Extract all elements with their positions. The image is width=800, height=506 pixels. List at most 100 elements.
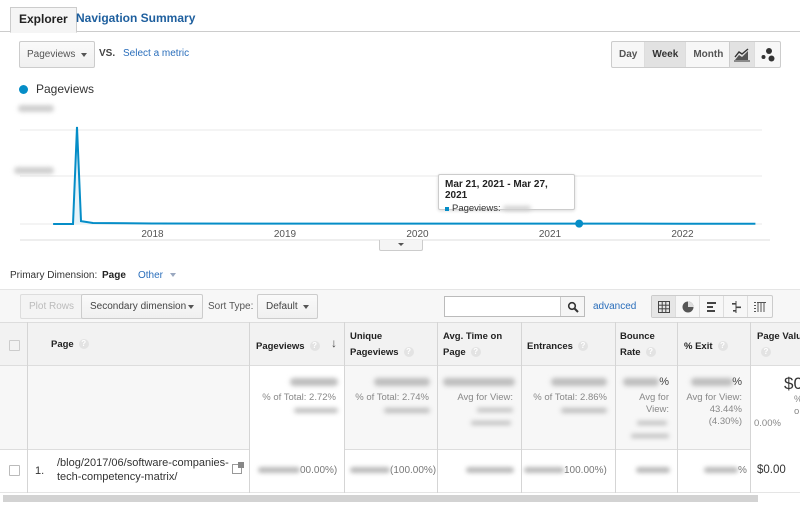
primary-dimension-page[interactable]: Page <box>102 270 126 281</box>
chart-legend: Pageviews <box>19 82 94 96</box>
percentage-view-button[interactable] <box>676 296 700 317</box>
help-icon[interactable]: ? <box>78 339 89 350</box>
header-page[interactable]: Page? <box>51 337 89 353</box>
plot-rows-button[interactable]: Plot Rows <box>20 294 84 319</box>
sort-type-value: Default <box>266 301 298 312</box>
external-link-icon[interactable] <box>232 462 244 474</box>
header-label: Entrances <box>527 341 573 352</box>
comparison-view-button[interactable] <box>724 296 748 317</box>
help-icon[interactable]: ? <box>403 347 414 358</box>
total-entrances: % of Total: 2.86% <box>521 366 615 450</box>
secondary-dimension-dropdown[interactable]: Secondary dimension <box>81 294 203 319</box>
total-avgtime-label: Avg for View: <box>457 392 513 403</box>
y-axis-label-obscured <box>14 167 54 174</box>
header-exit[interactable]: % Exit? <box>684 339 728 355</box>
header-page-value[interactable]: Page Value? <box>757 329 800 361</box>
header-bounce-rate[interactable]: Bounce Rate? <box>620 329 660 361</box>
bar-icon <box>706 301 716 312</box>
x-tick-label: 2018 <box>141 229 164 240</box>
advanced-filter-link[interactable]: advanced <box>593 301 636 312</box>
chart-collapse-button[interactable] <box>379 240 423 251</box>
table-row[interactable]: 1. /blog/2017/06/software-companies-tech… <box>0 450 800 493</box>
report-tabs: Explorer Navigation Summary <box>0 0 800 33</box>
chevron-down-icon <box>169 273 176 277</box>
metric-dropdown[interactable]: Pageviews <box>19 41 95 68</box>
sort-type-dropdown[interactable]: Default <box>257 294 318 319</box>
x-tick-label: 2022 <box>671 229 694 240</box>
search-button[interactable] <box>560 297 584 316</box>
line-chart-button[interactable] <box>730 42 755 67</box>
help-icon[interactable]: ? <box>761 347 771 358</box>
x-axis-ticks: 2018 2019 2020 2021 2022 <box>141 229 694 240</box>
series-line-pageviews <box>53 126 756 225</box>
pivot-icon <box>754 301 766 312</box>
select-all-checkbox[interactable] <box>9 340 20 351</box>
week-button[interactable]: Week <box>645 42 687 67</box>
header-pageviews[interactable]: Pageviews? <box>256 339 320 355</box>
total-pageviews: % of Total: 2.72% <box>250 366 344 450</box>
select-metric-link[interactable]: Select a metric <box>123 48 189 59</box>
header-label: % Exit <box>684 341 713 352</box>
column-divider <box>521 322 522 493</box>
motion-chart-button[interactable] <box>755 42 780 67</box>
header-label: Page <box>51 339 74 350</box>
header-label: Unique Pageviews <box>350 331 399 358</box>
header-unique-pageviews[interactable]: Unique Pageviews? <box>350 329 430 361</box>
totals-row: % of Total: 2.72% % of Total: 2.74% Avg … <box>0 366 800 450</box>
table-search <box>444 296 585 317</box>
motion-chart-icon <box>761 47 774 61</box>
month-button[interactable]: Month <box>686 42 730 67</box>
tab-explorer[interactable]: Explorer <box>10 7 77 33</box>
pivot-view-button[interactable] <box>748 296 772 317</box>
row-page-link[interactable]: /blog/2017/06/software-companies-tech-co… <box>57 456 229 484</box>
help-icon[interactable]: ? <box>645 347 656 358</box>
total-exit-avg: 43.44% <box>709 404 742 415</box>
y-axis-label-obscured <box>18 105 54 112</box>
total-pageviews-pct: % of Total: 2.72% <box>262 392 336 403</box>
search-icon <box>567 301 579 313</box>
header-entrances[interactable]: Entrances? <box>527 339 588 355</box>
row-index: 1. <box>35 465 45 477</box>
column-divider <box>437 322 438 493</box>
primary-dimension-other[interactable]: Other <box>138 270 176 281</box>
row-unique-pct: (100.00%) <box>390 465 437 476</box>
column-divider <box>615 322 616 493</box>
tooltip-value-obscured <box>502 206 531 211</box>
total-bounce-label: Avg for View: <box>639 392 669 415</box>
search-input[interactable] <box>445 297 557 316</box>
help-icon[interactable]: ? <box>717 341 728 352</box>
performance-view-button[interactable] <box>700 296 724 317</box>
tab-navigation-summary[interactable]: Navigation Summary <box>68 7 203 32</box>
line-chart-icon <box>734 47 750 61</box>
help-icon[interactable]: ? <box>309 341 320 352</box>
header-label: Page Value <box>757 331 800 342</box>
other-label: Other <box>138 270 164 281</box>
data-view-button[interactable] <box>652 296 676 317</box>
row-avg-time <box>466 465 514 476</box>
highlight-point <box>575 219 584 228</box>
x-tick-label: 2021 <box>539 229 562 240</box>
chevron-down-icon <box>81 53 87 57</box>
help-icon[interactable]: ? <box>470 347 481 358</box>
pageviews-chart[interactable]: 2018 2019 2020 2021 2022 <box>0 98 800 248</box>
total-avg-time: Avg for View: <box>437 366 521 450</box>
primary-dimension-label: Primary Dimension: <box>10 270 98 281</box>
header-label: Pageviews <box>256 341 305 352</box>
help-icon[interactable]: ? <box>577 341 588 352</box>
table-toolbar: Plot Rows Secondary dimension Sort Type:… <box>0 289 800 323</box>
row-checkbox[interactable] <box>9 465 20 476</box>
day-button[interactable]: Day <box>612 42 646 67</box>
row-pageviews-pct: 00.00%) <box>300 465 338 476</box>
sort-type-label: Sort Type: <box>208 301 254 312</box>
sort-descending-icon[interactable]: ↓ <box>331 336 337 350</box>
chevron-down-icon <box>188 305 194 309</box>
comparison-icon <box>731 300 741 313</box>
table-header: Page? Pageviews? ↓ Unique Pageviews? Avg… <box>0 322 800 366</box>
horizontal-scrollbar[interactable] <box>3 495 758 502</box>
header-avg-time-on-page[interactable]: Avg. Time on Page? <box>443 329 515 361</box>
row-page-value: $0.00 <box>757 464 786 476</box>
column-divider <box>677 322 678 493</box>
row-bounce-rate <box>636 465 670 476</box>
legend-label: Pageviews <box>36 82 95 96</box>
total-exit: % Avg for View: 43.44% (4.30%) <box>677 366 750 450</box>
